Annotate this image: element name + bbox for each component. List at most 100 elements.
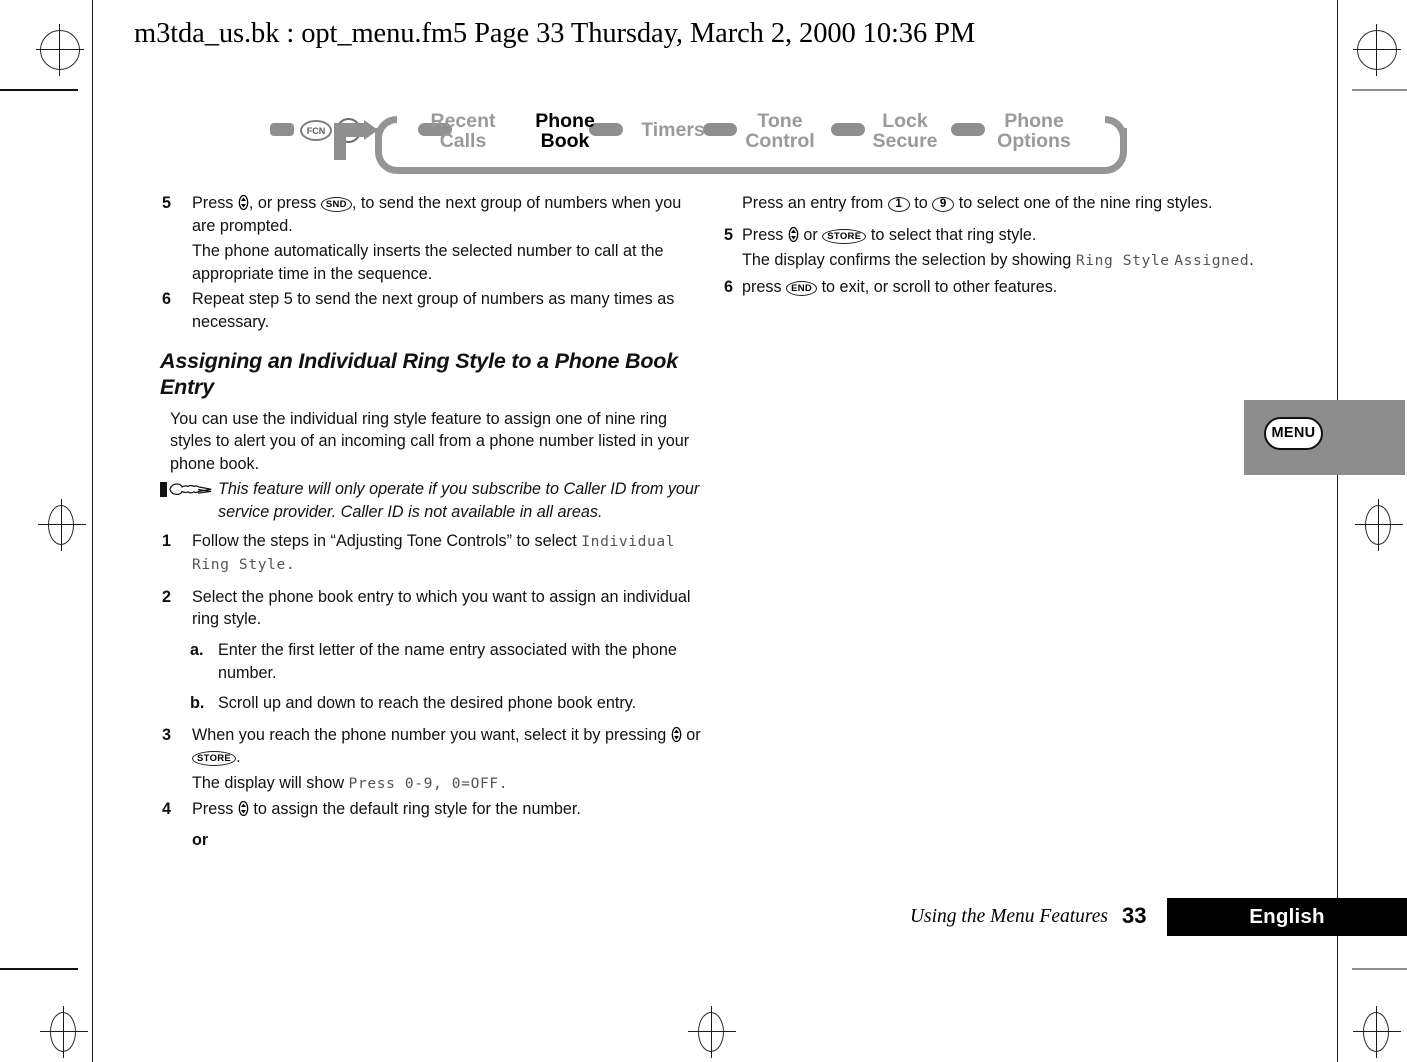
breadcrumb-item-timers[interactable]: Timers xyxy=(614,119,732,141)
registration-mark-top-right xyxy=(1353,24,1401,76)
left-step-4-number: 4 xyxy=(162,800,172,819)
right-text-column: Press an entry from 1 to 9 to select one… xyxy=(724,192,1284,301)
left-step-2a-text: Enter the first letter of the name entry… xyxy=(218,640,677,682)
store-key-icon: STORE xyxy=(192,751,237,767)
right-step-6: 6 press END to exit, or scroll to other … xyxy=(724,276,1284,299)
crop-mark-bottom-left xyxy=(0,968,78,970)
registration-mark-mid-right xyxy=(1355,499,1403,551)
right-step-5: 5 Press or STORE to select that ring sty… xyxy=(724,224,1284,247)
right-step-5-text-b: or xyxy=(803,225,818,244)
left-step-2a: a. Enter the first letter of the name en… xyxy=(160,639,705,684)
breadcrumb-item-recent-calls-line2: Calls xyxy=(439,129,487,152)
breadcrumb-item-phone-book-line1: Phone xyxy=(535,110,595,132)
left-text-column: 5 Press , or press SND, to send the next… xyxy=(160,192,705,855)
left-step-2b-text: Scroll up and down to reach the desired … xyxy=(218,694,637,713)
volume-updown-key-icon-2 xyxy=(671,726,682,742)
left-step-5-number: 5 xyxy=(162,194,172,212)
footer-chapter-title: Using the Menu Features xyxy=(909,906,1108,927)
store-key-icon-2: STORE xyxy=(822,228,867,244)
crop-mark-top-left xyxy=(0,89,78,91)
right-intro: Press an entry from 1 to 9 to select one… xyxy=(724,192,1284,215)
right-step-6-text-a: press xyxy=(742,277,782,296)
breadcrumb-item-tone-control-line2: Control xyxy=(745,129,815,152)
volume-updown-key-icon-3 xyxy=(238,800,249,817)
right-step-5-result: The display confirms the selection by sh… xyxy=(724,249,1284,273)
breadcrumb-item-recent-calls[interactable]: Recent Calls xyxy=(408,110,518,152)
right-intro-text-b: to xyxy=(914,194,928,212)
right-step-5-result-text-b: . xyxy=(1249,251,1254,270)
right-step-5-text-c: to select that ring style. xyxy=(870,225,1037,244)
right-step-5-display-text-1: Ring Style xyxy=(1075,252,1170,270)
left-step-5: 5 Press , or press SND, to send the next… xyxy=(160,192,705,237)
left-step-4-text-b: to assign the default ring style for the… xyxy=(253,800,581,819)
left-step-3-number: 3 xyxy=(162,725,172,744)
menu-side-tab[interactable]: MENU xyxy=(1244,400,1405,475)
left-step-2: 2 Select the phone book entry to which y… xyxy=(160,586,705,631)
page-section-heading: Assigning an Individual Ring Style to a … xyxy=(160,348,678,399)
breadcrumb-item-timers-line1: Timers xyxy=(641,119,705,141)
left-step-4-text-a: Press xyxy=(192,800,234,819)
left-section-intro: You can use the individual ring style fe… xyxy=(170,409,690,473)
registration-mark-bottom-center xyxy=(688,1006,736,1058)
right-step-6-number: 6 xyxy=(724,277,734,296)
breadcrumb-item-phone-options-line1: Phone xyxy=(1004,110,1064,132)
left-step-4: 4 Press to assign the default ring style… xyxy=(160,798,705,821)
registration-mark-mid-left xyxy=(38,499,86,551)
menu-side-tab-badge: MENU xyxy=(1264,417,1323,450)
pointing-hand-icon xyxy=(160,480,214,500)
breadcrumb-item-phone-book[interactable]: Phone Book xyxy=(510,110,620,152)
left-step-5-text-a: Press xyxy=(192,194,234,212)
breadcrumb-item-phone-book-line2: Book xyxy=(540,129,590,152)
left-step-3-display-text: Press 0-9, 0=OFF. xyxy=(348,774,509,792)
left-step-1-text: Follow the steps in “Adjusting Tone Cont… xyxy=(192,531,577,550)
menu-breadcrumb-nav: FCN 1 Recent Calls Phone Book Timers Ton… xyxy=(262,100,1142,180)
left-step-2-text: Select the phone book entry to which you… xyxy=(192,587,691,629)
breadcrumb-item-tone-control-line1: Tone xyxy=(757,110,803,132)
fcn-key-label: FCN xyxy=(306,126,326,136)
right-step-5-number: 5 xyxy=(724,225,734,244)
breadcrumb-item-phone-options[interactable]: Phone Options xyxy=(974,110,1094,152)
right-intro-text-a: Press an entry from xyxy=(742,194,884,212)
end-key-icon: END xyxy=(786,280,818,296)
footer-page-number: 33 xyxy=(1122,903,1147,928)
crop-mark-bottom-right xyxy=(1352,968,1407,970)
breadcrumb-item-phone-options-line2: Options xyxy=(997,129,1071,152)
breadcrumb-item-recent-calls-line1: Recent xyxy=(430,110,496,132)
left-or-label: or xyxy=(192,831,209,850)
left-step-3-result-text: The display will show xyxy=(192,773,345,792)
right-intro-text-c: to select one of the nine ring styles. xyxy=(958,194,1213,212)
registration-mark-top-left xyxy=(36,24,84,76)
left-step-1: 1 Follow the steps in “Adjusting Tone Co… xyxy=(160,530,705,577)
registration-mark-bottom-right xyxy=(1353,1006,1401,1058)
right-step-5-result-text-a: The display confirms the selection by sh… xyxy=(742,251,1072,270)
page-footer: Using the Menu Features 33 English xyxy=(0,898,1407,942)
left-step-6-number: 6 xyxy=(162,290,172,309)
right-step-5-text-a: Press xyxy=(742,225,784,244)
left-step-3: 3 When you reach the phone number you wa… xyxy=(160,724,705,769)
volume-updown-key-icon xyxy=(238,194,249,211)
left-step-3-text-b: or xyxy=(686,725,701,744)
snd-key-icon: SND xyxy=(320,197,352,212)
breadcrumb-item-tone-control[interactable]: Tone Control xyxy=(722,110,838,152)
footer-language-bar: English xyxy=(1167,898,1407,936)
left-step-2-number: 2 xyxy=(162,587,172,606)
breadcrumb-item-lock-secure-line2: Secure xyxy=(872,129,938,152)
right-step-6-text-b: to exit, or scroll to other features. xyxy=(821,277,1058,296)
number-key-1-inline-icon: 1 xyxy=(887,197,910,212)
left-step-6: 6 Repeat step 5 to send the next group o… xyxy=(160,288,705,333)
left-step-5-text-b: , or press xyxy=(248,194,317,212)
left-note-text: This feature will only operate if you su… xyxy=(218,480,700,521)
breadcrumb-item-lock-secure-line1: Lock xyxy=(882,110,928,132)
left-step-1-number: 1 xyxy=(162,531,172,550)
breadcrumb-arrow-icon xyxy=(334,120,378,160)
number-key-9-inline-icon: 9 xyxy=(932,197,955,212)
volume-updown-key-icon-4 xyxy=(788,226,799,242)
left-step-2b: b. Scroll up and down to reach the desir… xyxy=(160,692,705,715)
left-step-5-result: The phone automatically inserts the sele… xyxy=(192,242,664,283)
breadcrumb-item-lock-secure[interactable]: Lock Secure xyxy=(850,110,960,152)
fcn-key-icon: FCN xyxy=(300,120,332,141)
left-step-3-result: The display will show Press 0-9, 0=OFF. xyxy=(160,772,705,796)
registration-mark-bottom-left xyxy=(40,1006,88,1058)
right-step-5-display-text-2: Assigned xyxy=(1174,252,1250,270)
left-step-2a-marker: a. xyxy=(190,640,204,659)
